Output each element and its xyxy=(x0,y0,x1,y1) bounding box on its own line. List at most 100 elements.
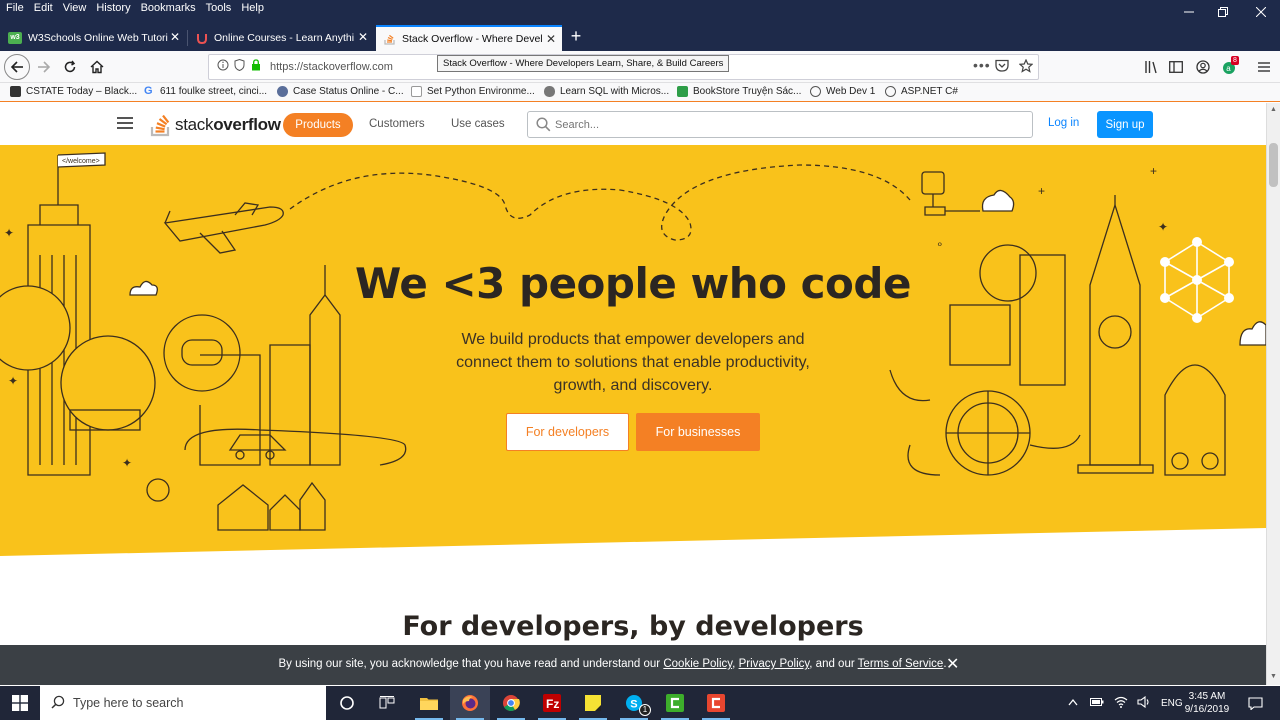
svg-text:✦: ✦ xyxy=(1158,220,1168,234)
tab-strip: w3 W3Schools Online Web Tutorials ✕ Onli… xyxy=(0,24,1280,51)
scrollbar-thumb[interactable] xyxy=(1269,143,1278,187)
menu-file[interactable]: File xyxy=(6,2,24,14)
windows-start-icon[interactable] xyxy=(0,686,40,720)
skype-badge: 1 xyxy=(639,704,651,716)
page-scrollbar[interactable]: ▲ ▼ xyxy=(1266,103,1280,685)
skype-icon[interactable]: S 1 xyxy=(614,686,654,720)
scroll-down-arrow-icon[interactable]: ▼ xyxy=(1270,673,1277,680)
menu-tools[interactable]: Tools xyxy=(206,2,232,14)
svg-text:✦: ✦ xyxy=(4,226,14,240)
use-cases-link[interactable]: Use cases xyxy=(451,118,505,130)
clock[interactable]: 3:45 AM 9/16/2019 xyxy=(1182,690,1232,716)
show-hidden-icons-chevron-icon[interactable] xyxy=(1068,698,1078,709)
pocket-icon[interactable] xyxy=(995,59,1009,75)
account-icon[interactable] xyxy=(1191,55,1215,79)
scroll-up-arrow-icon[interactable]: ▲ xyxy=(1270,106,1277,113)
login-link[interactable]: Log in xyxy=(1048,117,1079,129)
search-input[interactable] xyxy=(555,116,1015,134)
back-arrow-icon[interactable] xyxy=(4,54,30,80)
padlock-icon[interactable] xyxy=(251,59,261,74)
sticky-notes-icon[interactable] xyxy=(573,686,613,720)
privacy-policy-link[interactable]: Privacy Policy xyxy=(739,658,810,670)
minimize-icon[interactable] xyxy=(1172,0,1206,24)
search-box[interactable] xyxy=(527,111,1033,138)
battery-icon[interactable] xyxy=(1090,697,1104,709)
bookmark-item[interactable]: Web Dev 1 xyxy=(810,86,875,97)
sidebar-icon[interactable] xyxy=(1164,55,1188,79)
chrome-icon[interactable] xyxy=(491,686,531,720)
bookmark-item[interactable]: Learn SQL with Micros... xyxy=(544,86,669,97)
taskbar-search-box[interactable]: Type here to search xyxy=(40,686,326,720)
firefox-icon[interactable] xyxy=(450,686,490,720)
wifi-icon[interactable] xyxy=(1114,696,1128,711)
hero-section: ✦ + + ✦ ✦ ✦ ∘ </welcome> We <3 people who code… xyxy=(0,145,1266,565)
new-tab-plus-icon[interactable]: + xyxy=(566,27,586,47)
camtasia-icon[interactable] xyxy=(655,686,695,720)
products-button[interactable]: Products xyxy=(283,113,353,137)
language-indicator[interactable]: ENG xyxy=(1161,698,1183,709)
reload-icon[interactable] xyxy=(58,55,82,79)
tab-stackoverflow[interactable]: Stack Overflow - Where Developers ✕ xyxy=(376,25,562,51)
menu-help[interactable]: Help xyxy=(241,2,264,14)
for-developers-button[interactable]: For developers xyxy=(506,413,629,451)
globe-icon xyxy=(885,86,896,97)
cookie-policy-link[interactable]: Cookie Policy xyxy=(663,658,732,670)
bookmark-item[interactable]: BookStore Truyện Sác... xyxy=(677,86,801,97)
hero-sign-text: </welcome> xyxy=(62,158,100,165)
bookmark-item[interactable]: CSTATE Today – Black... xyxy=(10,86,137,97)
forward-arrow-icon[interactable] xyxy=(32,55,56,79)
system-tray: ENG xyxy=(1068,686,1183,720)
close-banner-icon[interactable]: ✕ xyxy=(946,654,959,674)
info-icon[interactable] xyxy=(217,59,229,74)
menu-edit[interactable]: Edit xyxy=(34,2,53,14)
terms-of-service-link[interactable]: Terms of Service xyxy=(858,658,944,670)
bookmark-item[interactable]: ASP.NET C# xyxy=(885,86,958,97)
section-heading: For developers, by developers xyxy=(402,611,864,642)
notifications-icon[interactable] xyxy=(1238,686,1272,720)
hamburger-menu-icon[interactable] xyxy=(1252,55,1276,79)
svg-text:✦: ✦ xyxy=(122,456,132,470)
bookmark-item[interactable]: Set Python Environme... xyxy=(411,86,535,97)
bookmarks-toolbar: CSTATE Today – Black... G 611 foulke stre… xyxy=(0,83,1280,102)
task-view-icon[interactable] xyxy=(367,686,407,720)
menu-view[interactable]: View xyxy=(63,2,87,14)
extension-badge: 8 xyxy=(1231,56,1239,65)
close-window-icon[interactable] xyxy=(1244,0,1278,24)
extension-icon[interactable]: a 8 xyxy=(1218,55,1242,79)
page-actions-icon[interactable]: ••• xyxy=(973,57,991,73)
close-tab-icon[interactable]: ✕ xyxy=(546,32,556,46)
home-icon[interactable] xyxy=(85,55,109,79)
file-explorer-icon[interactable] xyxy=(409,686,449,720)
menu-bookmarks[interactable]: Bookmarks xyxy=(141,2,196,14)
tab-w3schools[interactable]: w3 W3Schools Online Web Tutorials ✕ xyxy=(0,25,186,51)
stackoverflow-logo-icon xyxy=(150,114,170,137)
bookmark-star-icon[interactable] xyxy=(1018,58,1034,76)
close-tab-icon[interactable]: ✕ xyxy=(170,30,180,44)
signup-button[interactable]: Sign up xyxy=(1097,111,1153,138)
restore-icon[interactable] xyxy=(1206,0,1240,24)
cookie-banner: By using our site, you acknowledge that … xyxy=(0,645,1266,685)
filezilla-icon[interactable]: Fz xyxy=(532,686,572,720)
tracking-shield-icon[interactable] xyxy=(234,58,245,74)
cloud-icon xyxy=(544,86,555,97)
cortana-icon[interactable] xyxy=(327,686,367,720)
tab-title: Stack Overflow - Where Developers xyxy=(402,33,542,45)
bookmark-item[interactable]: Case Status Online - C... xyxy=(277,86,404,97)
for-businesses-button[interactable]: For businesses xyxy=(636,413,760,451)
clock-time: 3:45 AM xyxy=(1188,691,1226,702)
close-tab-icon[interactable]: ✕ xyxy=(358,30,368,44)
bookmark-favicon-icon xyxy=(10,86,21,97)
volume-icon[interactable] xyxy=(1137,695,1151,711)
stackoverflow-logo[interactable]: stackoverflow xyxy=(150,112,281,138)
customers-link[interactable]: Customers xyxy=(369,118,425,130)
bookmark-item[interactable]: G 611 foulke street, cinci... xyxy=(144,85,267,98)
google-g-icon: G xyxy=(144,85,153,97)
recorder-icon[interactable] xyxy=(696,686,736,720)
svg-text:✦: ✦ xyxy=(8,374,18,388)
tab-udemy[interactable]: Online Courses - Learn Anything ✕ xyxy=(188,25,374,51)
menu-history[interactable]: History xyxy=(96,2,130,14)
svg-text:+: + xyxy=(1150,164,1157,178)
library-icon[interactable] xyxy=(1140,55,1164,79)
hero-subtitle: We build products that empower developer… xyxy=(456,331,810,394)
site-menu-icon[interactable] xyxy=(117,117,133,130)
